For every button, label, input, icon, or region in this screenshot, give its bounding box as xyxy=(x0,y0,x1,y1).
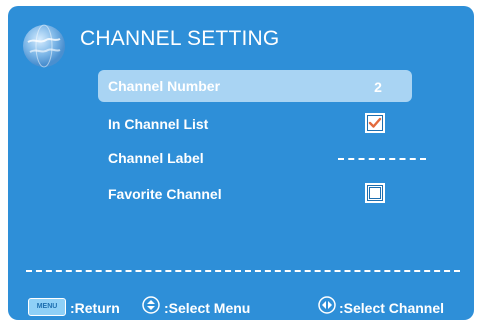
menu-item-label: In Channel List xyxy=(108,116,209,132)
channel-number-value: 2 xyxy=(374,79,382,95)
left-right-arrows-icon xyxy=(318,296,336,314)
menu-item-in-channel-list[interactable]: In Channel List xyxy=(98,108,412,140)
up-down-arrows-icon xyxy=(142,296,160,314)
page-title: CHANNEL SETTING xyxy=(80,27,280,50)
menu-item-favorite-channel[interactable]: Favorite Channel xyxy=(98,178,412,210)
globe-icon xyxy=(23,24,65,68)
menu-key-icon: MENU xyxy=(28,298,66,316)
select-channel-hint-label: :Select Channel xyxy=(339,300,445,316)
checkmark-icon xyxy=(368,117,382,128)
checkbox-box-icon xyxy=(369,187,381,199)
footer-hints: MENU :Return :Select Menu :Select Channe… xyxy=(8,288,474,316)
channel-label-placeholder xyxy=(338,158,426,160)
return-hint-label: :Return xyxy=(70,300,120,316)
favorite-channel-checkbox[interactable] xyxy=(365,183,385,203)
footer-divider xyxy=(26,270,460,272)
menu-item-label: Channel Number xyxy=(108,78,221,94)
channel-setting-screen: CHANNEL SETTING Channel Number 2 In Chan… xyxy=(8,6,474,320)
menu-item-label: Channel Label xyxy=(108,150,204,166)
menu-item-channel-number[interactable]: Channel Number 2 xyxy=(98,70,412,102)
menu-item-channel-label[interactable]: Channel Label xyxy=(98,142,426,174)
menu-item-label: Favorite Channel xyxy=(108,186,222,202)
in-channel-list-checkbox[interactable] xyxy=(365,113,385,133)
select-menu-hint-label: :Select Menu xyxy=(164,300,251,316)
